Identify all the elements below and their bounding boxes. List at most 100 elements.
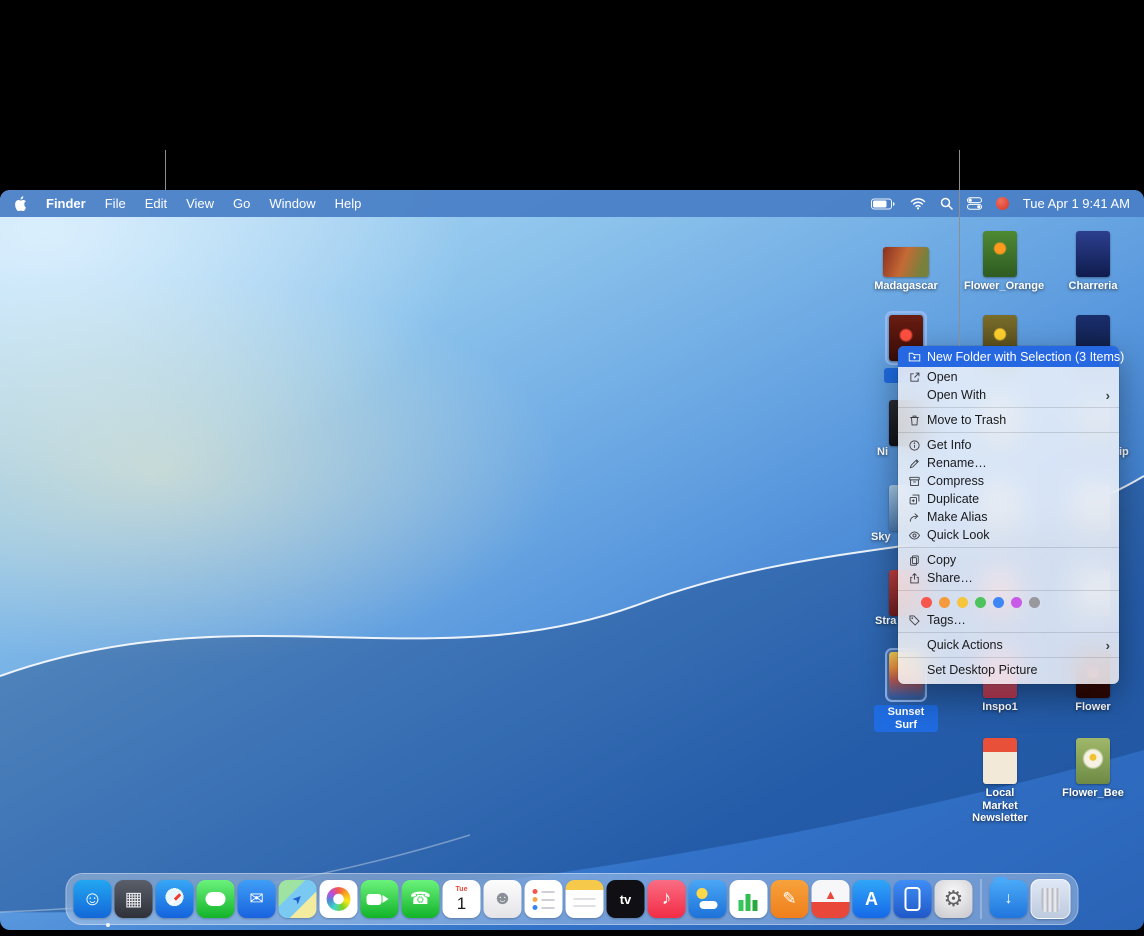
tag-yellow-dot[interactable] bbox=[957, 597, 968, 608]
open-icon bbox=[907, 371, 921, 384]
desktop-icon-label: Flower_Orange bbox=[964, 280, 1045, 292]
tag-green-dot[interactable] bbox=[975, 597, 986, 608]
control-center-icon[interactable] bbox=[966, 197, 982, 210]
menu-item-compress[interactable]: Compress bbox=[898, 472, 1119, 490]
callout-line-menubar bbox=[165, 150, 166, 190]
rocket-app-dock-icon[interactable] bbox=[811, 880, 850, 918]
maps-dock-icon[interactable] bbox=[278, 880, 317, 918]
flower-bee-thumbnail bbox=[1076, 738, 1110, 784]
duplicate-icon bbox=[907, 493, 921, 506]
menu-item-move-to-trash[interactable]: Move to Trash bbox=[898, 411, 1119, 429]
desktop-icon-local-market-newsletter[interactable]: Local Market Newsletter bbox=[968, 738, 1032, 825]
menu-item-label: Copy bbox=[927, 553, 957, 567]
menu-file[interactable]: File bbox=[105, 196, 126, 211]
menu-item-label: Get Info bbox=[927, 438, 972, 452]
menu-separator bbox=[898, 632, 1119, 633]
apple-tv-logo: tv bbox=[619, 891, 632, 907]
desktop-icon-label: Inspo1 bbox=[982, 701, 1018, 713]
label-fragment: Ni bbox=[877, 446, 888, 458]
tag-blue-dot[interactable] bbox=[993, 597, 1004, 608]
safari-dock-icon[interactable] bbox=[155, 880, 194, 918]
desktop-icon-flower-bee[interactable]: Flower_Bee bbox=[1061, 738, 1125, 800]
app-store-dock-icon[interactable]: A bbox=[852, 880, 891, 918]
menu-item-set-desktop-picture[interactable]: Set Desktop Picture bbox=[898, 661, 1119, 679]
submenu-chevron-icon bbox=[1106, 638, 1110, 653]
desktop-icon-label: Local Market Newsletter bbox=[972, 787, 1028, 825]
contacts-dock-icon[interactable] bbox=[483, 880, 522, 918]
menu-bar-clock[interactable]: Tue Apr 1 9:41 AM bbox=[1023, 196, 1130, 211]
music-dock-icon[interactable] bbox=[647, 880, 686, 918]
apple-tv-dock-icon[interactable]: tv bbox=[606, 880, 645, 918]
menu-item-make-alias[interactable]: Make Alias bbox=[898, 508, 1119, 526]
tag-icon bbox=[907, 614, 921, 627]
photos-dock-icon[interactable] bbox=[319, 880, 358, 918]
desktop-icon-label: Flower bbox=[1075, 701, 1111, 713]
weather-dock-icon[interactable] bbox=[688, 880, 727, 918]
red-status-icon[interactable] bbox=[995, 197, 1009, 210]
reminders-dock-icon[interactable] bbox=[524, 880, 563, 918]
tag-orange-dot[interactable] bbox=[939, 597, 950, 608]
menu-item-label: Tags… bbox=[927, 613, 966, 627]
label-fragment: ip bbox=[1119, 446, 1129, 458]
tag-red-dot[interactable] bbox=[921, 597, 932, 608]
charreria-thumbnail bbox=[1076, 231, 1110, 277]
menu-item-rename[interactable]: Rename… bbox=[898, 454, 1119, 472]
apple-menu[interactable] bbox=[14, 196, 27, 211]
battery-icon[interactable] bbox=[870, 198, 896, 210]
messages-dock-icon[interactable] bbox=[196, 880, 235, 918]
menu-item-label: Make Alias bbox=[927, 510, 988, 524]
app-menu-finder[interactable]: Finder bbox=[46, 196, 86, 211]
context-menu: New Folder with Selection (3 Items) Open… bbox=[898, 346, 1124, 684]
menu-item-label: Open With bbox=[927, 388, 987, 402]
menu-item-label: Quick Look bbox=[927, 528, 990, 542]
menu-item-share[interactable]: Share… bbox=[898, 569, 1119, 587]
menu-item-copy[interactable]: Copy bbox=[898, 551, 1119, 569]
notes-dock-icon[interactable] bbox=[565, 880, 604, 918]
finder-dock-icon[interactable] bbox=[73, 880, 112, 918]
dock: Tue 1 tv A bbox=[65, 873, 1079, 925]
wifi-icon[interactable] bbox=[910, 197, 926, 210]
trash-dock-icon[interactable] bbox=[1030, 879, 1071, 919]
menu-item-duplicate[interactable]: Duplicate bbox=[898, 490, 1119, 508]
menu-item-open-with[interactable]: Open With bbox=[898, 386, 1119, 404]
menu-item-open[interactable]: Open bbox=[898, 368, 1119, 386]
menu-item-tags[interactable]: Tags… bbox=[898, 611, 1119, 629]
settings-dock-icon[interactable] bbox=[934, 880, 973, 918]
desktop-icon-madagascar[interactable]: Madagascar bbox=[874, 247, 938, 293]
menu-item-label: Quick Actions bbox=[927, 638, 1003, 652]
iphone-mirroring-dock-icon[interactable] bbox=[893, 880, 932, 918]
tag-purple-dot[interactable] bbox=[1011, 597, 1022, 608]
menu-item-label: Share… bbox=[927, 571, 973, 585]
spotlight-icon[interactable] bbox=[940, 197, 953, 210]
downloads-folder-dock-icon[interactable] bbox=[989, 877, 1028, 918]
menu-item-quick-look[interactable]: Quick Look bbox=[898, 526, 1119, 544]
flower-orange-thumbnail bbox=[983, 231, 1017, 277]
menu-item-label: Rename… bbox=[927, 456, 987, 470]
menu-item-quick-actions[interactable]: Quick Actions bbox=[898, 636, 1119, 654]
numbers-dock-icon[interactable] bbox=[729, 880, 768, 918]
menu-item-label: Move to Trash bbox=[927, 413, 1007, 427]
compress-icon bbox=[907, 475, 921, 488]
desktop-icon-flower-orange[interactable]: Flower_Orange bbox=[964, 231, 1044, 293]
calendar-dock-icon[interactable]: Tue 1 bbox=[442, 880, 481, 918]
menu-item-get-info[interactable]: Get Info bbox=[898, 436, 1119, 454]
desktop-icon-label: Charreria bbox=[1068, 280, 1118, 292]
launchpad-dock-icon[interactable] bbox=[114, 880, 153, 918]
menu-item-label: Set Desktop Picture bbox=[927, 663, 1038, 677]
desktop-icon-charreria[interactable]: Charreria bbox=[1061, 231, 1125, 293]
mail-dock-icon[interactable] bbox=[237, 880, 276, 918]
menu-separator bbox=[898, 657, 1119, 658]
rename-icon bbox=[907, 457, 921, 470]
facetime-dock-icon[interactable] bbox=[360, 880, 399, 918]
pages-dock-icon[interactable] bbox=[770, 880, 809, 918]
menu-edit[interactable]: Edit bbox=[145, 196, 167, 211]
menu-item-new-folder-with-selection[interactable]: New Folder with Selection (3 Items) bbox=[898, 346, 1124, 367]
menu-bar: Finder File Edit View Go Window Help Tue… bbox=[0, 190, 1144, 217]
menu-help[interactable]: Help bbox=[335, 196, 362, 211]
menu-bar-status: Tue Apr 1 9:41 AM bbox=[870, 196, 1130, 211]
tag-gray-dot[interactable] bbox=[1029, 597, 1040, 608]
menu-go[interactable]: Go bbox=[233, 196, 250, 211]
phone-dock-icon[interactable] bbox=[401, 880, 440, 918]
menu-window[interactable]: Window bbox=[269, 196, 315, 211]
menu-view[interactable]: View bbox=[186, 196, 214, 211]
